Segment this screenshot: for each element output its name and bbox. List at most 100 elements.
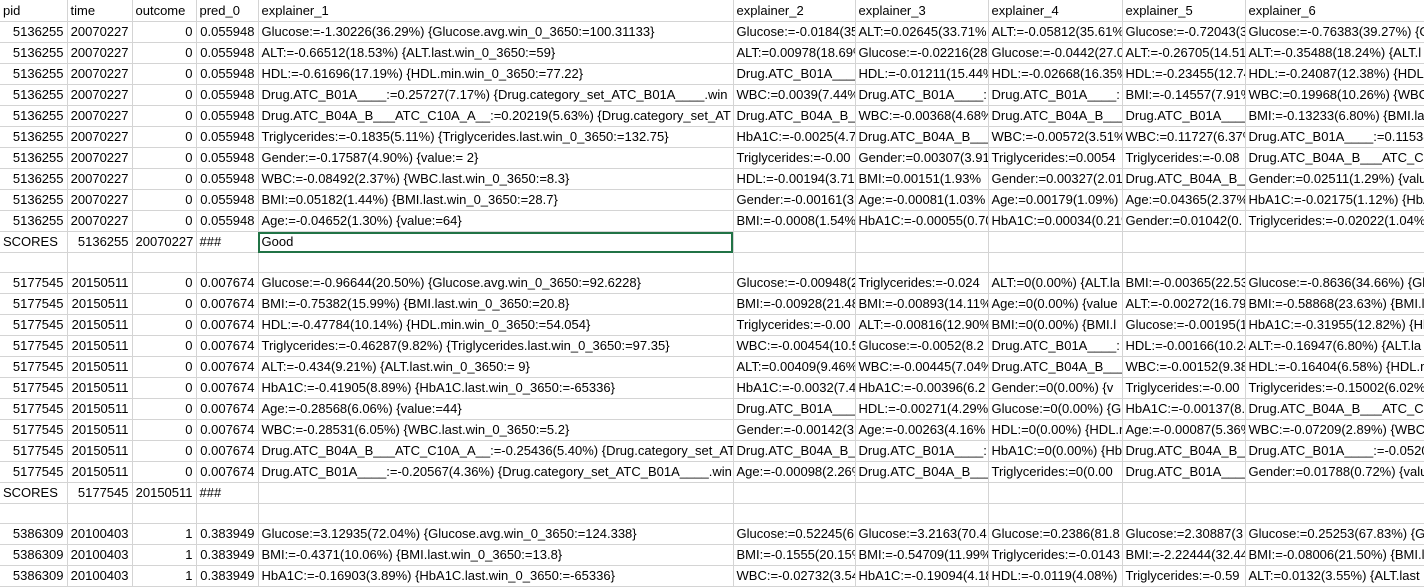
cell[interactable]: 5386309	[0, 565, 68, 587]
cell[interactable]: 20070227	[67, 147, 133, 169]
cell[interactable]: 0.055948	[196, 168, 259, 190]
cell[interactable]: 5136255	[0, 42, 68, 64]
cell[interactable]: HbA1C:=-0.0025(4.7	[733, 126, 856, 148]
cell[interactable]: 5177545	[0, 461, 68, 483]
cell[interactable]: SCORES	[0, 482, 68, 504]
cell[interactable]: 20070227	[67, 168, 133, 190]
cell[interactable]	[132, 503, 197, 524]
cell[interactable]: 5177545	[0, 335, 68, 357]
cell[interactable]	[67, 503, 133, 524]
cell[interactable]: Drug.ATC_B04A_B___	[1122, 440, 1246, 462]
cell[interactable]: ALT:=0(0.00%) {ALT.la	[988, 272, 1123, 294]
cell[interactable]: WBC:=-0.08492(2.37%) {WBC.last.win_0_365…	[258, 168, 734, 190]
cell[interactable]: Drug.ATC_B01A____:=0.25727(7.17%) {Drug.…	[258, 84, 734, 106]
cell[interactable]: 20150511	[67, 419, 133, 441]
cell[interactable]: Age:=0.00179(1.09%)	[988, 189, 1123, 211]
cell[interactable]: HDL:=-0.23455(12.74	[1122, 63, 1246, 85]
cell[interactable]	[0, 252, 68, 273]
cell[interactable]: 0	[132, 189, 197, 211]
cell[interactable]: 0	[132, 314, 197, 336]
cell[interactable]: 20070227	[67, 210, 133, 232]
cell[interactable]: Age:=-0.28568(6.06%) {value:=44}	[258, 398, 734, 420]
cell[interactable]: HDL:=-0.16404(6.58%) {HDL.mi	[1245, 356, 1424, 378]
cell[interactable]: Triglycerides:=-0.00	[1122, 377, 1246, 399]
cell[interactable]: 5177545	[0, 293, 68, 315]
cell[interactable]: 0.055948	[196, 147, 259, 169]
cell[interactable]: Age:=-0.00263(4.16%	[855, 419, 989, 441]
cell[interactable]: 20150511	[67, 398, 133, 420]
cell[interactable]	[855, 482, 989, 504]
cell[interactable]: 20150511	[67, 377, 133, 399]
cell[interactable]: 0.055948	[196, 42, 259, 64]
cell[interactable]: Glucose:=0(0.00%) {G	[988, 398, 1123, 420]
cell[interactable]: 5136255	[0, 105, 68, 127]
cell[interactable]: BMI:=-0.14557(7.91%	[1122, 84, 1246, 106]
cell[interactable]: ALT:=-0.00816(12.90%	[855, 314, 989, 336]
cell[interactable]: Drug.ATC_B04A_B___ATC_C10A_A__:=0.20219(…	[258, 105, 734, 127]
cell[interactable]: 0.007674	[196, 272, 259, 294]
cell[interactable]: Drug.ATC_B01A____	[1122, 105, 1246, 127]
cell[interactable]	[855, 252, 989, 273]
cell[interactable]: 5136255	[0, 210, 68, 232]
cell[interactable]	[258, 252, 734, 273]
cell[interactable]: WBC:=-0.00454(10.5	[733, 335, 856, 357]
cell[interactable]: BMI:=-0.54709(11.99%	[855, 544, 989, 566]
cell[interactable]: HbA1C:=-0.16903(3.89%) {HbA1C.last.win_0…	[258, 565, 734, 587]
cell[interactable]: 5136255	[67, 231, 133, 253]
cell[interactable]: 0.055948	[196, 126, 259, 148]
cell[interactable]: Drug.ATC_B04A_B___ATC_C1	[1245, 398, 1424, 420]
cell[interactable]: HDL:=-0.02668(16.35%	[988, 63, 1123, 85]
cell[interactable]: 0	[132, 356, 197, 378]
column-header-explainer-6[interactable]: explainer_6	[1245, 0, 1424, 22]
cell[interactable]: Age:=-0.00087(5.36%	[1122, 419, 1246, 441]
cell[interactable]: BMI:=-0.00365(22.53	[1122, 272, 1246, 294]
cell[interactable]: 0	[132, 168, 197, 190]
cell[interactable]: 20150511	[67, 335, 133, 357]
cell[interactable]: 0	[132, 377, 197, 399]
cell[interactable]: Age:=0(0.00%) {value	[988, 293, 1123, 315]
cell[interactable]	[855, 231, 989, 253]
cell[interactable]: 0	[132, 42, 197, 64]
cell[interactable]: ALT:=-0.35488(18.24%) {ALT.l	[1245, 42, 1424, 64]
cell[interactable]: 5177545	[0, 440, 68, 462]
cell[interactable]	[1122, 482, 1246, 504]
cell[interactable]: Good	[258, 231, 734, 253]
cell[interactable]: 0.007674	[196, 314, 259, 336]
cell[interactable]: 5136255	[0, 21, 68, 43]
cell[interactable]: Triglycerides:=-0.02022(1.04%	[1245, 210, 1424, 232]
cell[interactable]: Triglycerides:=-0.1835(5.11%) {Triglycer…	[258, 126, 734, 148]
cell[interactable]: 0	[132, 63, 197, 85]
cell[interactable]	[988, 482, 1123, 504]
cell[interactable]: HbA1C:=-0.41905(8.89%) {HbA1C.last.win_0…	[258, 377, 734, 399]
cell[interactable]: 20070227	[67, 84, 133, 106]
cell[interactable]: WBC:=-0.07209(2.89%) {WBC.	[1245, 419, 1424, 441]
cell[interactable]: Drug.ATC_B04A_B___	[988, 356, 1123, 378]
cell[interactable]: HbA1C:=-0.19094(4.18	[855, 565, 989, 587]
cell[interactable]: 20070227	[67, 126, 133, 148]
cell[interactable]: 5177545	[0, 419, 68, 441]
cell[interactable]: SCORES	[0, 231, 68, 253]
cell[interactable]: ALT:=0.02645(33.71%	[855, 21, 989, 43]
cell[interactable]: Glucose:=0.25253(67.83%) {G	[1245, 523, 1424, 545]
cell[interactable]	[1122, 252, 1246, 273]
cell[interactable]: 0	[132, 398, 197, 420]
cell[interactable]: Triglycerides:=-0.08	[1122, 147, 1246, 169]
cell[interactable]: 0.007674	[196, 293, 259, 315]
cell[interactable]: Drug.ATC_B01A____:	[988, 335, 1123, 357]
cell[interactable]: Gender:=-0.00161(3	[733, 189, 856, 211]
column-header-pid[interactable]: pid	[0, 0, 68, 22]
cell[interactable]: BMI:=-0.75382(15.99%) {BMI.last.win_0_36…	[258, 293, 734, 315]
cell[interactable]: Triglycerides:=-0.00	[733, 147, 856, 169]
cell[interactable]: 0.383949	[196, 544, 259, 566]
cell[interactable]: HDL:=-0.01211(15.44%	[855, 63, 989, 85]
column-header-explainer-5[interactable]: explainer_5	[1122, 0, 1246, 22]
cell[interactable]: BMI:=-0.1555(20.15%	[733, 544, 856, 566]
cell[interactable]: Drug.ATC_B01A____:	[855, 440, 989, 462]
cell[interactable]: HDL:=-0.24087(12.38%) {HDL.m	[1245, 63, 1424, 85]
cell[interactable]: 0	[132, 105, 197, 127]
cell[interactable]: WBC:=-0.00572(3.51%	[988, 126, 1123, 148]
column-header-outcome[interactable]: outcome	[132, 0, 197, 22]
cell[interactable]: 5177545	[0, 314, 68, 336]
cell[interactable]: BMI:=-0.58868(23.63%) {BMI.l	[1245, 293, 1424, 315]
cell[interactable]	[1245, 231, 1424, 253]
